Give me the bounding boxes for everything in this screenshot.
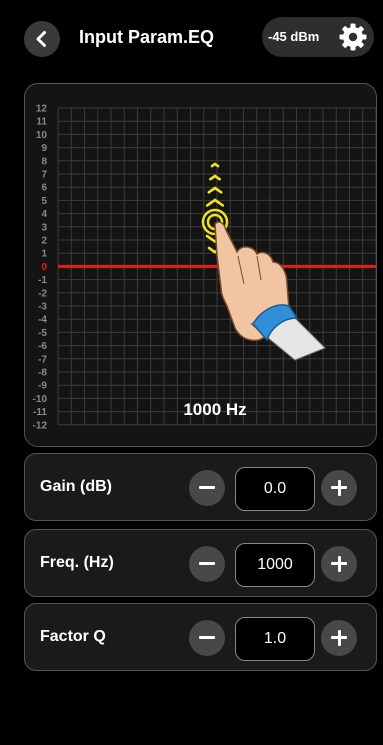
frequency-decrease-button[interactable] (189, 546, 225, 582)
gain-tick-label: 5 (41, 196, 47, 207)
gain-tick-label: 2 (41, 236, 47, 247)
q-factor-increase-button[interactable] (321, 620, 357, 656)
gain-tick-label: -9 (38, 381, 47, 392)
q-factor-label: Factor Q (40, 628, 106, 645)
minus-icon (199, 562, 215, 565)
gain-tick-label: 6 (41, 183, 47, 194)
gain-tick-label: 10 (36, 130, 48, 141)
frequency-label-text: Freq. (Hz) (40, 554, 114, 571)
gain-tick-label: -8 (38, 368, 47, 379)
gain-control-row: Gain (dB) 0.0 (24, 453, 377, 521)
frequency-value-field[interactable]: 1000 (235, 543, 315, 587)
eq-graph-panel: 12 11 10 9 8 7 6 5 4 3 2 1 0 -1 -2 -3 -4 -5 -6 -7 -8 -9 -10 -11… (24, 83, 377, 447)
header-bar: Input Param.EQ -45 dBm (0, 0, 383, 76)
frequency-label: 1000 Hz (183, 400, 247, 419)
gain-tick-label: 7 (41, 170, 47, 181)
frequency-control-row: Freq. (Hz) 1000 (24, 529, 377, 597)
gain-tick-label: -4 (38, 315, 47, 326)
back-button[interactable] (24, 21, 60, 57)
gain-tick-label: -6 (38, 341, 47, 352)
gain-tick-label: -12 (33, 420, 48, 431)
eq-graph[interactable]: 1211109876543210-1-2-3-4-5-6-7-8-9-10-11… (25, 84, 376, 446)
gain-tick-label: 8 (41, 156, 47, 167)
hand-pointer-icon (201, 208, 326, 361)
gain-tick-label: 4 (41, 209, 47, 220)
chevron-left-icon (36, 31, 46, 47)
gain-tick-label: -7 (38, 354, 47, 365)
gain-tick-label: 12 (36, 104, 48, 115)
gain-increase-button[interactable] (321, 470, 357, 506)
frequency-increase-button[interactable] (321, 546, 357, 582)
gain-tick-label: 0 (41, 262, 47, 273)
page-title: Input Param.EQ (79, 27, 215, 47)
gain-axis-labels: 1211109876543210-1-2-3-4-5-6-7-8-9-10-11… (33, 104, 48, 432)
gain-tick-label: -1 (38, 275, 47, 286)
minus-icon (199, 486, 215, 489)
gain-tick-label: -3 (38, 302, 47, 313)
gain-tick-label: -5 (38, 328, 47, 339)
gain-label: Gain (dB) (40, 478, 112, 495)
gear-icon[interactable] (338, 22, 368, 52)
gain-value-field[interactable]: 0.0 (235, 467, 315, 511)
q-factor-control-row: Factor Q 1.0 (24, 603, 377, 671)
input-level-value: -45 dBm (268, 29, 320, 44)
minus-icon (199, 636, 215, 639)
gain-tick-label: 1 (41, 249, 47, 260)
q-factor-decrease-button[interactable] (189, 620, 225, 656)
gain-tick-label: 3 (41, 222, 47, 233)
gain-decrease-button[interactable] (189, 470, 225, 506)
gain-tick-label: -2 (38, 288, 47, 299)
gain-tick-label: 9 (41, 143, 47, 154)
gain-tick-label: 11 (36, 117, 47, 128)
input-level-indicator[interactable]: -45 dBm (262, 17, 374, 57)
q-factor-value-field[interactable]: 1.0 (235, 617, 315, 661)
